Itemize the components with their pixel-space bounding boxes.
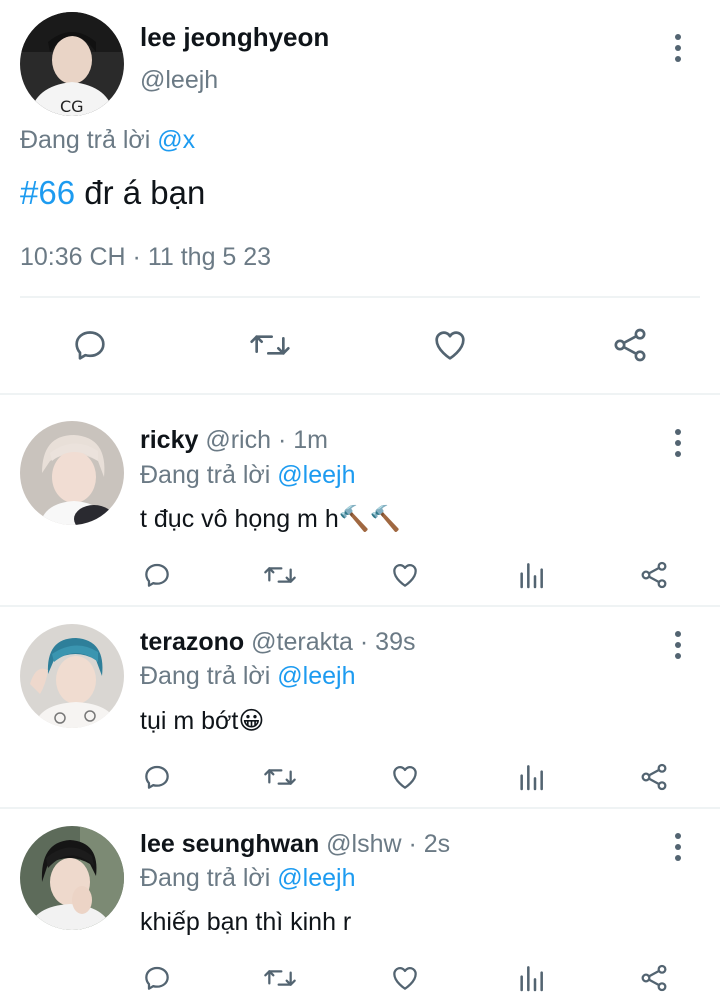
reply-prefix: Đang trả lời: [140, 461, 271, 489]
handle[interactable]: @rich: [205, 426, 271, 454]
reply-header: ricky @rich · 1m: [140, 426, 328, 455]
section-divider: [0, 393, 720, 395]
reply-time[interactable]: · 1m: [271, 426, 328, 454]
more-icon[interactable]: [674, 429, 682, 457]
timestamp[interactable]: 10:36 CH · 11 thg 5 23: [20, 243, 271, 272]
reply-icon[interactable]: [70, 325, 110, 365]
handle[interactable]: @terakta: [251, 628, 353, 656]
share-icon[interactable]: [610, 325, 650, 365]
more-icon[interactable]: [674, 631, 682, 659]
tweet-body: đr á bạn: [75, 174, 206, 211]
grin-emoji: 😀: [238, 707, 265, 735]
reply-time[interactable]: · 2s: [402, 830, 451, 858]
avatar[interactable]: [20, 421, 124, 525]
heart-icon[interactable]: [389, 962, 421, 994]
reply-to-link[interactable]: @leejh: [277, 864, 355, 892]
retweet-icon[interactable]: [262, 559, 298, 591]
retweet-icon[interactable]: [248, 325, 292, 365]
heart-icon[interactable]: [389, 559, 421, 591]
retweet-icon[interactable]: [262, 962, 298, 994]
reply-context: Đang trả lời @leejh: [140, 461, 356, 490]
share-icon[interactable]: [638, 761, 670, 793]
reply-icon[interactable]: [141, 761, 173, 793]
reply-prefix: Đang trả lời: [140, 662, 271, 690]
hashtag-link[interactable]: #66: [20, 174, 75, 211]
views-icon[interactable]: [515, 761, 547, 793]
display-name[interactable]: lee seunghwan: [140, 830, 319, 858]
reply-time[interactable]: · 39s: [353, 628, 416, 656]
reply-body: khiếp bạn thì kinh r: [140, 908, 352, 936]
reply-text: tụi m bớt😀: [140, 706, 264, 736]
share-icon[interactable]: [638, 962, 670, 994]
section-divider: [0, 605, 720, 607]
more-icon[interactable]: [674, 833, 682, 861]
handle[interactable]: @lshw: [326, 830, 401, 858]
reply-to-link[interactable]: @x: [157, 126, 195, 154]
reply-text: t đục vô họng m h🔨🔨: [140, 505, 401, 534]
svg-text:CG: CG: [60, 97, 84, 116]
heart-icon[interactable]: [430, 325, 470, 365]
handle[interactable]: @leejh: [140, 66, 218, 95]
avatar[interactable]: [20, 624, 124, 728]
reply-prefix: Đang trả lời: [20, 126, 151, 154]
reply-body: t đục vô họng m h: [140, 505, 339, 533]
reply-to-link[interactable]: @leejh: [277, 461, 355, 489]
more-icon[interactable]: [674, 34, 682, 62]
reply-context: Đang trả lời @x: [20, 126, 195, 155]
share-icon[interactable]: [638, 559, 670, 591]
reply-icon[interactable]: [141, 962, 173, 994]
display-name[interactable]: terazono: [140, 628, 244, 656]
heart-icon[interactable]: [389, 761, 421, 793]
display-name[interactable]: ricky: [140, 426, 198, 454]
reply-to-link[interactable]: @leejh: [277, 662, 355, 690]
reply-body: tụi m bớt: [140, 707, 239, 735]
avatar[interactable]: CG: [20, 12, 124, 116]
reply-prefix: Đang trả lời: [140, 864, 271, 892]
reply-header: terazono @terakta · 39s: [140, 628, 415, 657]
section-divider: [0, 807, 720, 809]
reply-text: khiếp bạn thì kinh r: [140, 908, 351, 937]
tweet-text: #66 đr á bạn: [20, 174, 205, 212]
hammer-emoji: 🔨🔨: [338, 505, 401, 533]
retweet-icon[interactable]: [262, 761, 298, 793]
tweet-divider: [20, 296, 700, 298]
reply-context: Đang trả lời @leejh: [140, 864, 356, 893]
views-icon[interactable]: [515, 559, 547, 591]
reply-context: Đang trả lời @leejh: [140, 662, 356, 691]
avatar[interactable]: [20, 826, 124, 930]
reply-icon[interactable]: [141, 559, 173, 591]
views-icon[interactable]: [515, 962, 547, 994]
reply-header: lee seunghwan @lshw · 2s: [140, 830, 450, 859]
display-name[interactable]: lee jeonghyeon: [140, 22, 329, 53]
